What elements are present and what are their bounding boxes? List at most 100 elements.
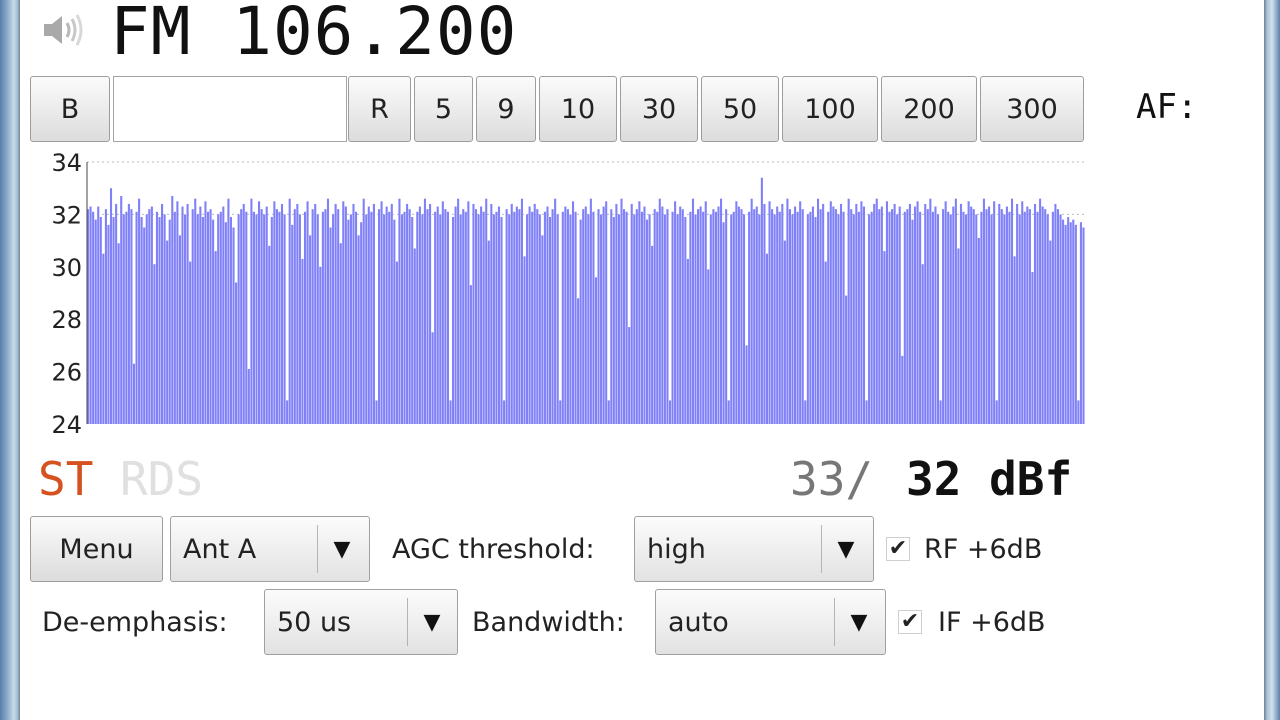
signal-bar — [1067, 217, 1070, 424]
signal-bar — [301, 258, 304, 424]
signal-bar — [311, 209, 314, 424]
signal-bar — [727, 400, 730, 424]
signal-bar — [482, 211, 485, 424]
band-button[interactable]: B — [30, 76, 110, 142]
signal-bar — [640, 211, 643, 424]
signal-bar — [132, 363, 136, 424]
signal-bar — [689, 211, 692, 424]
signal-bar — [916, 201, 919, 424]
bandwidth-select[interactable]: auto ▼ — [655, 589, 886, 655]
signal-bar — [855, 203, 858, 424]
signal-bar — [232, 227, 235, 424]
step-5-button[interactable]: 5 — [414, 76, 473, 142]
signal-bar — [229, 217, 233, 424]
signal-bar — [748, 211, 751, 424]
signal-bar — [1059, 214, 1062, 424]
signal-bar — [112, 217, 115, 424]
signal-bar — [913, 206, 917, 424]
signal-bar — [1039, 198, 1042, 424]
signal-bar — [781, 203, 784, 424]
signal-bar — [245, 211, 248, 424]
signal-bar — [372, 203, 375, 424]
signal-bar — [97, 206, 100, 424]
de-emphasis-select[interactable]: 50 us ▼ — [264, 589, 458, 655]
signal-bar — [970, 206, 973, 424]
signal-bar — [1041, 206, 1044, 424]
signal-bar — [865, 400, 868, 424]
y-tick-label: 28 — [51, 306, 82, 334]
stereo-indicator: ST — [38, 452, 94, 506]
signal-bar — [804, 400, 807, 424]
signal-bar — [980, 211, 983, 424]
signal-bar — [140, 217, 143, 424]
signal-bar — [972, 209, 975, 424]
signal-bar — [860, 201, 863, 424]
signal-bar — [199, 206, 202, 424]
agc-threshold-select[interactable]: high ▼ — [634, 516, 874, 582]
signal-bar — [952, 206, 955, 424]
step-200-button[interactable]: 200 — [881, 76, 977, 142]
y-tick-label: 30 — [51, 254, 82, 282]
signal-bar — [406, 203, 409, 424]
signal-bar — [926, 209, 929, 424]
step-9-button[interactable]: 9 — [476, 76, 536, 142]
signal-bar — [278, 211, 281, 424]
signal-bar — [990, 214, 993, 424]
signal-bar — [505, 209, 508, 424]
signal-bar — [674, 201, 677, 424]
signal-bar — [845, 295, 848, 424]
signal-bar — [214, 251, 217, 424]
signal-bar — [686, 258, 689, 424]
if-6db-checkbox[interactable]: ✔ — [898, 610, 922, 634]
signal-bar — [161, 203, 164, 424]
signal-bar — [183, 214, 187, 424]
signal-bar — [464, 211, 467, 424]
step-30-button[interactable]: 30 — [620, 76, 698, 142]
signal-bar — [413, 248, 416, 424]
signal-bar — [196, 214, 199, 424]
rf-6db-label[interactable]: RF +6dB — [924, 530, 1042, 570]
signal-bar — [398, 198, 401, 424]
signal-bar — [850, 209, 853, 424]
signal-bar — [763, 203, 766, 424]
step-100-button[interactable]: 100 — [782, 76, 878, 142]
signal-bar — [92, 211, 95, 424]
speaker-icon[interactable] — [40, 10, 88, 50]
signal-bar — [656, 211, 659, 424]
signal-bar — [181, 206, 184, 424]
if-6db-label[interactable]: IF +6dB — [938, 603, 1046, 643]
signal-bar — [1016, 203, 1019, 424]
signal-bar — [847, 198, 850, 424]
signal-bar — [712, 209, 715, 424]
signal-bar — [477, 214, 480, 424]
signal-bar — [117, 243, 120, 424]
menu-button[interactable]: Menu — [30, 516, 163, 582]
signal-bar — [732, 211, 735, 424]
signal-bar — [452, 217, 455, 424]
signal-bar — [1072, 219, 1075, 424]
signal-bar — [942, 209, 945, 424]
rf-6db-checkbox[interactable]: ✔ — [886, 537, 910, 561]
signal-bar — [1054, 203, 1057, 424]
antenna-select[interactable]: Ant A ▼ — [170, 516, 370, 582]
dropdown-arrow-icon: ▼ — [850, 609, 868, 635]
signal-bar — [495, 211, 498, 424]
step-50-button[interactable]: 50 — [701, 76, 779, 142]
signal-bar — [209, 209, 212, 424]
signal-bar — [408, 209, 411, 424]
y-tick-label: 26 — [51, 359, 82, 387]
frequency-input[interactable] — [113, 76, 347, 142]
step-300-button[interactable]: 300 — [980, 76, 1084, 142]
frequency-display[interactable]: FM 106.200 — [110, 0, 517, 72]
agc-threshold-label: AGC threshold: — [392, 534, 595, 565]
reset-button[interactable]: R — [348, 76, 411, 142]
signal-bar — [314, 203, 317, 424]
signal-bar — [513, 211, 516, 424]
signal-bar — [801, 209, 804, 424]
signal-bar — [548, 217, 552, 424]
signal-bar — [852, 214, 855, 424]
signal-bar — [776, 206, 779, 424]
signal-bar — [600, 214, 603, 424]
signal-bar — [247, 368, 250, 424]
step-10-button[interactable]: 10 — [539, 76, 617, 142]
